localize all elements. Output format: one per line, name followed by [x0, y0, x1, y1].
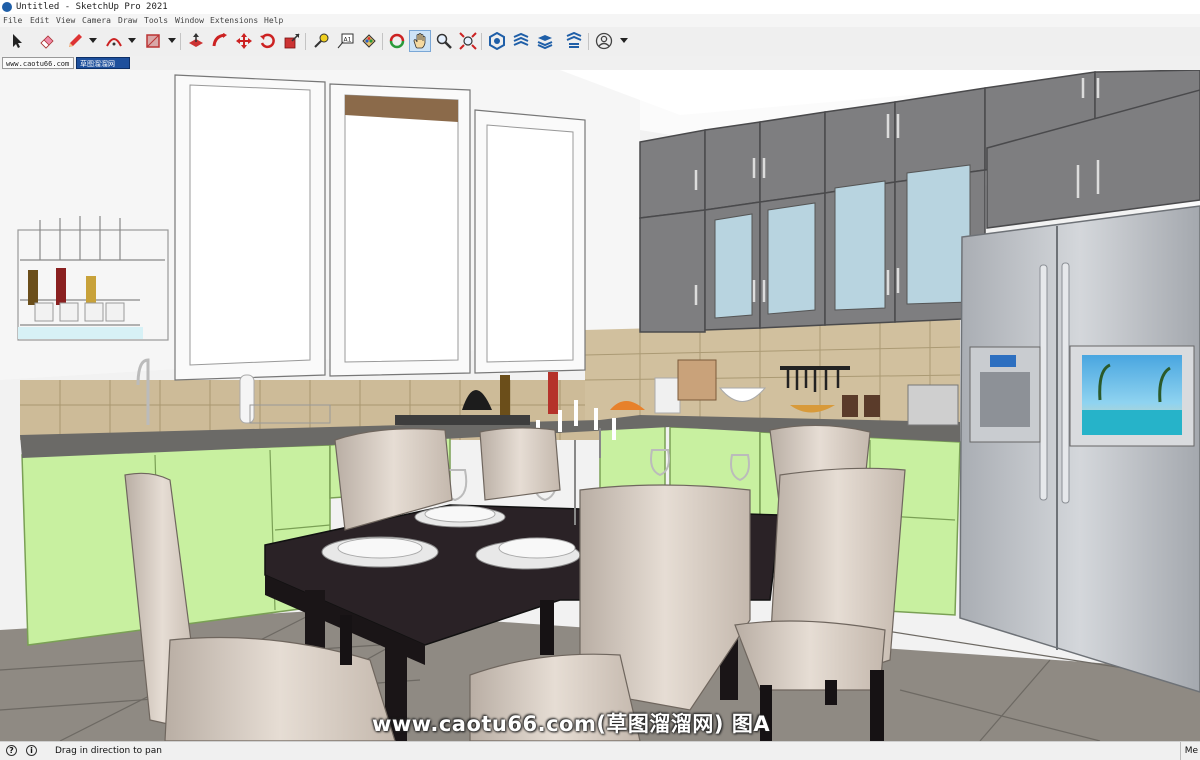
window-title: Untitled - SketchUp Pro 2021: [16, 2, 168, 12]
toolbar-separator: [481, 33, 482, 50]
scene-tabs-bar: www.caotu66.com 草图溜溜网: [0, 56, 1200, 70]
toolbar-separator: [588, 33, 589, 50]
large-tool-set-toolbar: A1: [0, 27, 1200, 57]
menu-help[interactable]: Help: [264, 14, 283, 27]
geo-location-icon[interactable]: ?: [6, 745, 17, 756]
move-icon[interactable]: [233, 30, 255, 52]
scene-tab-caotu66[interactable]: www.caotu66.com: [2, 57, 74, 69]
shapes-dropdown-icon[interactable]: [168, 38, 176, 43]
measurements-label: Me: [1179, 742, 1198, 760]
status-message: Drag in direction to pan: [55, 746, 162, 756]
menu-bar: File Edit View Camera Draw Tools Window …: [0, 14, 1200, 27]
sketchup-app-icon[interactable]: [2, 2, 12, 12]
menu-camera[interactable]: Camera: [82, 14, 111, 27]
pan-hand-icon[interactable]: [409, 30, 431, 52]
kitchen-scene-render: [0, 70, 1200, 741]
account-dropdown-icon[interactable]: [620, 38, 628, 43]
account-icon[interactable]: [593, 30, 615, 52]
eraser-icon[interactable]: [36, 30, 58, 52]
status-bar: ? i Drag in direction to pan Me: [0, 741, 1200, 760]
select-arrow-icon[interactable]: [6, 30, 28, 52]
toolbar-separator: [180, 33, 181, 50]
pencil-line-icon[interactable]: [64, 30, 86, 52]
arc-dropdown-icon[interactable]: [128, 38, 136, 43]
paint-bucket-icon[interactable]: [358, 30, 380, 52]
toolbar-separator: [382, 33, 383, 50]
follow-me-icon[interactable]: [209, 30, 231, 52]
menu-view[interactable]: View: [56, 14, 75, 27]
toolbar-separator: [305, 33, 306, 50]
watermark-text: www.caotu66.com(草图溜溜网) 图A: [372, 712, 771, 736]
menu-file[interactable]: File: [3, 14, 22, 27]
scene-tab-caotu-liuliu[interactable]: 草图溜溜网: [76, 57, 130, 69]
zoom-extents-icon[interactable]: [457, 30, 479, 52]
text-icon[interactable]: A1: [334, 30, 356, 52]
rotate-icon[interactable]: [257, 30, 279, 52]
svg-text:A1: A1: [344, 37, 352, 44]
arc-icon[interactable]: [103, 30, 125, 52]
menu-window[interactable]: Window: [175, 14, 204, 27]
refrigerator: [959, 205, 1200, 693]
menu-tools[interactable]: Tools: [144, 14, 168, 27]
scale-icon[interactable]: [281, 30, 303, 52]
menu-extensions[interactable]: Extensions: [210, 14, 258, 27]
extension-warehouse-icon[interactable]: [510, 30, 532, 52]
layout-icon[interactable]: [534, 30, 556, 52]
title-bar: Untitled - SketchUp Pro 2021: [0, 0, 1200, 14]
instructor-info-icon[interactable]: i: [26, 745, 37, 756]
model-viewport[interactable]: www.caotu66.com(草图溜溜网) 图A: [0, 70, 1200, 741]
orbit-icon[interactable]: [386, 30, 408, 52]
push-pull-icon[interactable]: [185, 30, 207, 52]
3d-warehouse-icon[interactable]: [486, 30, 508, 52]
pencil-dropdown-icon[interactable]: [89, 38, 97, 43]
menu-edit[interactable]: Edit: [30, 14, 49, 27]
extension-manager-icon[interactable]: [563, 30, 585, 52]
zoom-icon[interactable]: [433, 30, 455, 52]
rectangle-shape-icon[interactable]: [142, 30, 164, 52]
tape-measure-icon[interactable]: [310, 30, 332, 52]
menu-draw[interactable]: Draw: [118, 14, 137, 27]
